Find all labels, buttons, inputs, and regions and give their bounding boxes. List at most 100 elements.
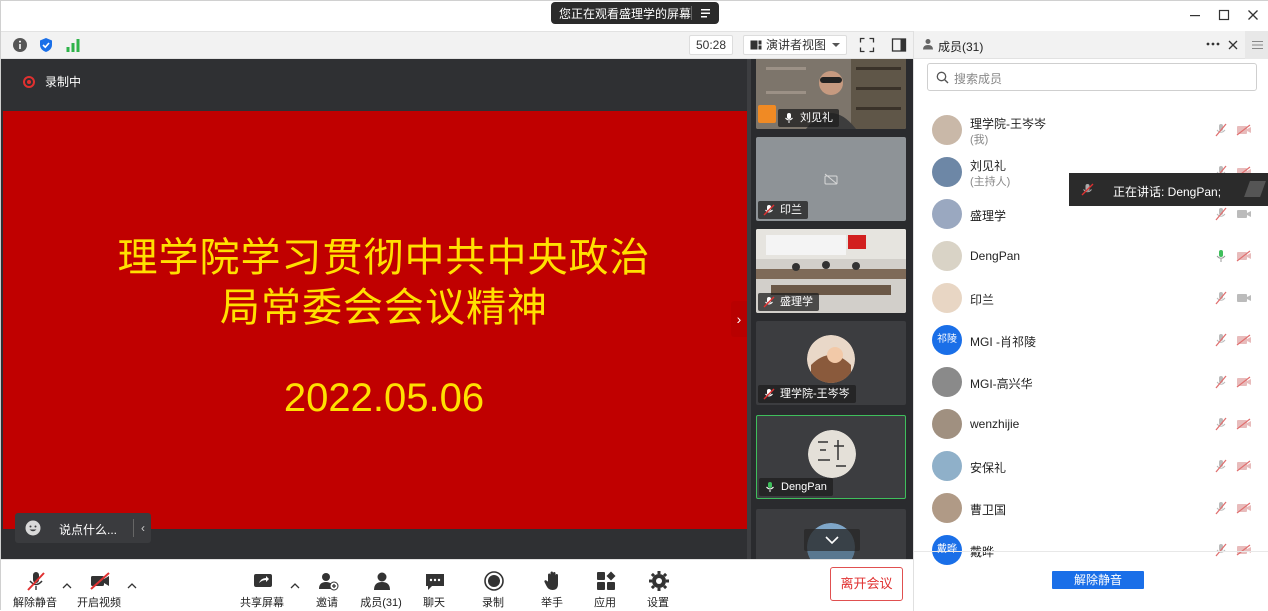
member-avatar-text: 祁陵 (937, 334, 957, 345)
view-mode-select[interactable]: 演讲者视图 (743, 35, 847, 55)
chevron-left-icon[interactable]: ‹ (141, 521, 145, 535)
participant-name-tag: 理学院-王岑岑 (758, 385, 856, 403)
chat-button[interactable]: 聊天 (404, 566, 464, 610)
signal-strength-icon[interactable] (65, 37, 81, 53)
more-options-icon[interactable] (1206, 42, 1220, 46)
microphone-muted-icon[interactable] (1214, 543, 1228, 557)
start-video-button[interactable]: 开启视频 (69, 566, 129, 610)
user-icon (923, 39, 933, 50)
member-row[interactable]: 理学院-王岑岑 (我) (914, 109, 1268, 151)
hand-icon (544, 571, 558, 590)
member-row[interactable]: 安保礼 (914, 445, 1268, 487)
minimize-icon[interactable] (1187, 7, 1203, 23)
microphone-muted-icon[interactable] (1214, 207, 1228, 221)
list-menu-icon[interactable] (699, 5, 713, 21)
record-button[interactable]: 录制 (463, 566, 523, 610)
video-thumbnail[interactable]: 印兰 (756, 137, 906, 221)
settings-label: 设置 (647, 597, 669, 609)
chat-bubble-icon (426, 574, 444, 590)
video-thumbnail[interactable]: 盛理学 (756, 229, 906, 313)
chevron-up-icon[interactable] (127, 582, 137, 590)
video-off-icon[interactable] (1236, 376, 1252, 388)
share-screen-icon (254, 574, 272, 587)
leave-meeting-button[interactable]: 离开会议 (830, 567, 903, 601)
microphone-muted-icon[interactable] (1214, 417, 1228, 431)
emoji-icon[interactable] (25, 520, 41, 536)
video-off-icon[interactable] (1236, 208, 1252, 220)
speaking-tooltip: 正在讲话: DengPan; (1069, 173, 1268, 206)
microphone-muted-icon[interactable] (1214, 375, 1228, 389)
settings-button[interactable]: 设置 (628, 566, 688, 610)
member-avatar-text: 戴晔 (937, 544, 957, 555)
raise-hand-label: 举手 (541, 597, 563, 609)
share-screen-button[interactable]: 共享屏幕 (232, 566, 292, 610)
member-row[interactable]: 祁陵 MGI -肖祁陵 (914, 319, 1268, 361)
meeting-window: 您正在观看盛理学的屏幕 50:28 演讲者视图 录制中 理学院学习贯彻中共中央政… (0, 0, 1268, 611)
video-thumbnail-active-speaker[interactable]: DengPan (756, 415, 906, 499)
title-bar: 您正在观看盛理学的屏幕 (1, 1, 1268, 31)
quick-chat-input[interactable]: 说点什么... ‹ (15, 513, 151, 543)
participant-name-tag: DengPan (759, 478, 833, 496)
recording-indicator: 录制中 (23, 73, 81, 90)
panel-menu-button[interactable] (1245, 31, 1268, 59)
video-thumbnail[interactable]: 理学院-王岑岑 (756, 321, 906, 405)
member-row[interactable]: 曹卫国 (914, 487, 1268, 529)
member-row[interactable]: wenzhijie (914, 403, 1268, 445)
apps-button[interactable]: 应用 (575, 566, 635, 610)
video-off-icon[interactable] (1236, 292, 1252, 304)
close-icon[interactable] (1245, 7, 1261, 23)
raise-hand-button[interactable]: 举手 (522, 566, 582, 610)
member-search-input[interactable]: 搜索成员 (927, 63, 1257, 91)
video-thumbnail[interactable]: 刘见礼 (756, 59, 906, 129)
video-off-icon[interactable] (1236, 460, 1252, 472)
unmute-button[interactable]: 解除静音 (5, 566, 65, 610)
member-row[interactable]: 戴晔 戴晔 (914, 529, 1268, 571)
video-off-icon[interactable] (1236, 124, 1252, 136)
member-role: (我) (970, 134, 989, 146)
invite-button[interactable]: 邀请 (297, 566, 357, 610)
participant-avatar (807, 335, 855, 383)
fullscreen-icon[interactable] (859, 37, 875, 53)
scroll-down-button[interactable] (804, 529, 860, 551)
maximize-icon[interactable] (1216, 7, 1232, 23)
member-avatar (932, 493, 962, 523)
microphone-muted-icon[interactable] (1214, 291, 1228, 305)
microphone-muted-icon[interactable] (1214, 459, 1228, 473)
collapse-thumbnails-button[interactable]: › (731, 301, 747, 337)
member-name: MGI-高兴华 (970, 377, 1033, 391)
video-off-icon[interactable] (1236, 250, 1252, 262)
close-panel-icon[interactable] (1227, 39, 1239, 51)
side-panel-toggle-icon[interactable] (891, 37, 907, 53)
members-button[interactable]: 成员(31) (351, 566, 411, 610)
security-shield-icon[interactable] (38, 37, 54, 53)
slide-title-line-1: 理学院学习贯彻中共中央政治 (117, 235, 651, 281)
shared-screen-stage: 录制中 理学院学习贯彻中共中央政治 局常委会会议精神 2022.05.06 说点… (1, 59, 751, 559)
member-row[interactable]: MGI-高兴华 (914, 361, 1268, 403)
video-off-icon[interactable] (1236, 502, 1252, 514)
video-off-icon[interactable] (1236, 418, 1252, 430)
bottom-toolbar: 解除静音 开启视频 共享屏幕 邀请 成员(31) 聊天 录制 举手 应用 设置 … (1, 559, 913, 611)
video-off-icon[interactable] (1236, 334, 1252, 346)
divider (133, 519, 134, 537)
video-thumbnail-strip[interactable]: 刘见礼 印兰 盛理学 理学院-王岑岑 DengPan (751, 59, 913, 559)
microphone-muted-icon[interactable] (1214, 123, 1228, 137)
microphone-muted-icon[interactable] (1214, 333, 1228, 347)
video-thumbnail[interactable] (756, 509, 906, 559)
screen-share-notice[interactable]: 您正在观看盛理学的屏幕 (551, 2, 719, 24)
participant-name: 理学院-王岑岑 (780, 388, 850, 400)
participant-name-tag: 盛理学 (758, 293, 819, 311)
microphone-muted-icon[interactable] (1214, 501, 1228, 515)
unmute-all-button[interactable]: 解除静音 (1052, 571, 1144, 589)
member-row[interactable]: DengPan (914, 235, 1268, 277)
member-row[interactable]: 印兰 (914, 277, 1268, 319)
microphone-active-icon[interactable] (1214, 249, 1228, 263)
member-name: 理学院-王岑岑 (970, 117, 1046, 131)
presentation-slide: 理学院学习贯彻中共中央政治 局常委会会议精神 2022.05.06 说点什么..… (3, 111, 747, 543)
member-name: 印兰 (970, 293, 995, 307)
member-name: MGI -肖祁陵 (970, 335, 1036, 349)
info-icon[interactable] (12, 37, 28, 53)
microphone-muted-icon (763, 388, 775, 400)
search-placeholder: 搜索成员 (954, 72, 1003, 86)
member-name: 安保礼 (970, 461, 1007, 475)
video-off-icon[interactable] (1236, 544, 1252, 556)
